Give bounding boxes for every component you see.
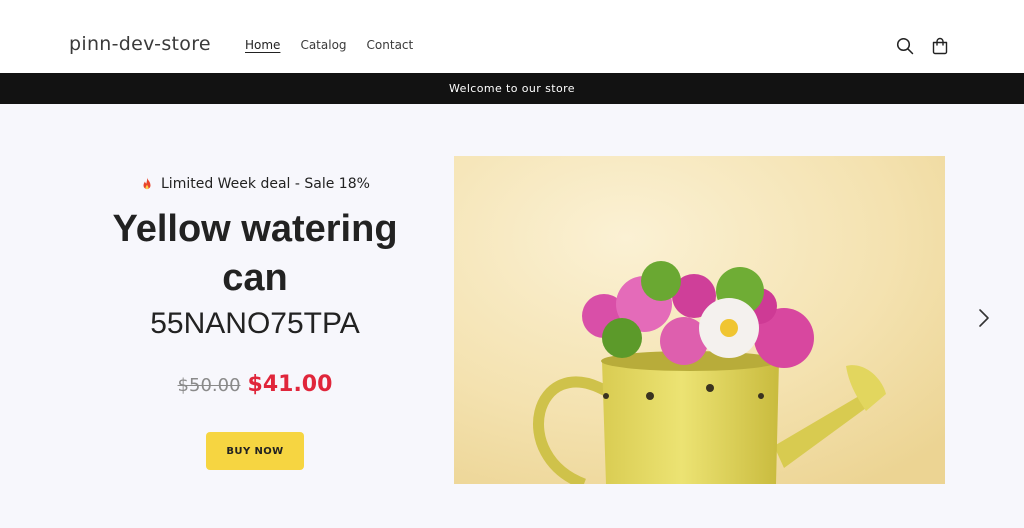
next-slide-button[interactable] bbox=[974, 307, 994, 329]
nav-home[interactable]: Home bbox=[245, 38, 280, 52]
deal-badge: Limited Week deal - Sale 18% bbox=[141, 176, 370, 192]
product-image[interactable] bbox=[454, 156, 945, 484]
nav-catalog[interactable]: Catalog bbox=[300, 38, 346, 52]
sale-price: $41.00 bbox=[247, 372, 333, 397]
hero-slide: Limited Week deal - Sale 18% Yellow wate… bbox=[0, 104, 1024, 528]
announcement-text: Welcome to our store bbox=[449, 82, 575, 95]
search-button[interactable] bbox=[894, 35, 916, 57]
announcement-bar: Welcome to our store bbox=[0, 73, 1024, 104]
buy-now-button[interactable]: BUY NOW bbox=[206, 432, 304, 470]
search-icon bbox=[896, 37, 914, 55]
product-sku: 55NANO75TPA bbox=[150, 307, 360, 340]
store-logo[interactable]: pinn-dev-store bbox=[69, 33, 211, 55]
original-price: $50.00 bbox=[177, 375, 241, 396]
deal-text: Limited Week deal - Sale 18% bbox=[161, 176, 370, 192]
site-header: pinn-dev-store Home Catalog Contact bbox=[0, 0, 1024, 73]
cart-button[interactable] bbox=[929, 35, 951, 57]
product-title: Yellow watering can bbox=[112, 208, 398, 299]
fire-icon bbox=[141, 177, 153, 191]
nav-contact[interactable]: Contact bbox=[367, 38, 414, 52]
main-nav: Home Catalog Contact bbox=[245, 38, 433, 52]
price-block: $50.00 $41.00 bbox=[90, 372, 420, 397]
cart-icon bbox=[932, 37, 948, 55]
chevron-right-icon bbox=[979, 309, 989, 327]
